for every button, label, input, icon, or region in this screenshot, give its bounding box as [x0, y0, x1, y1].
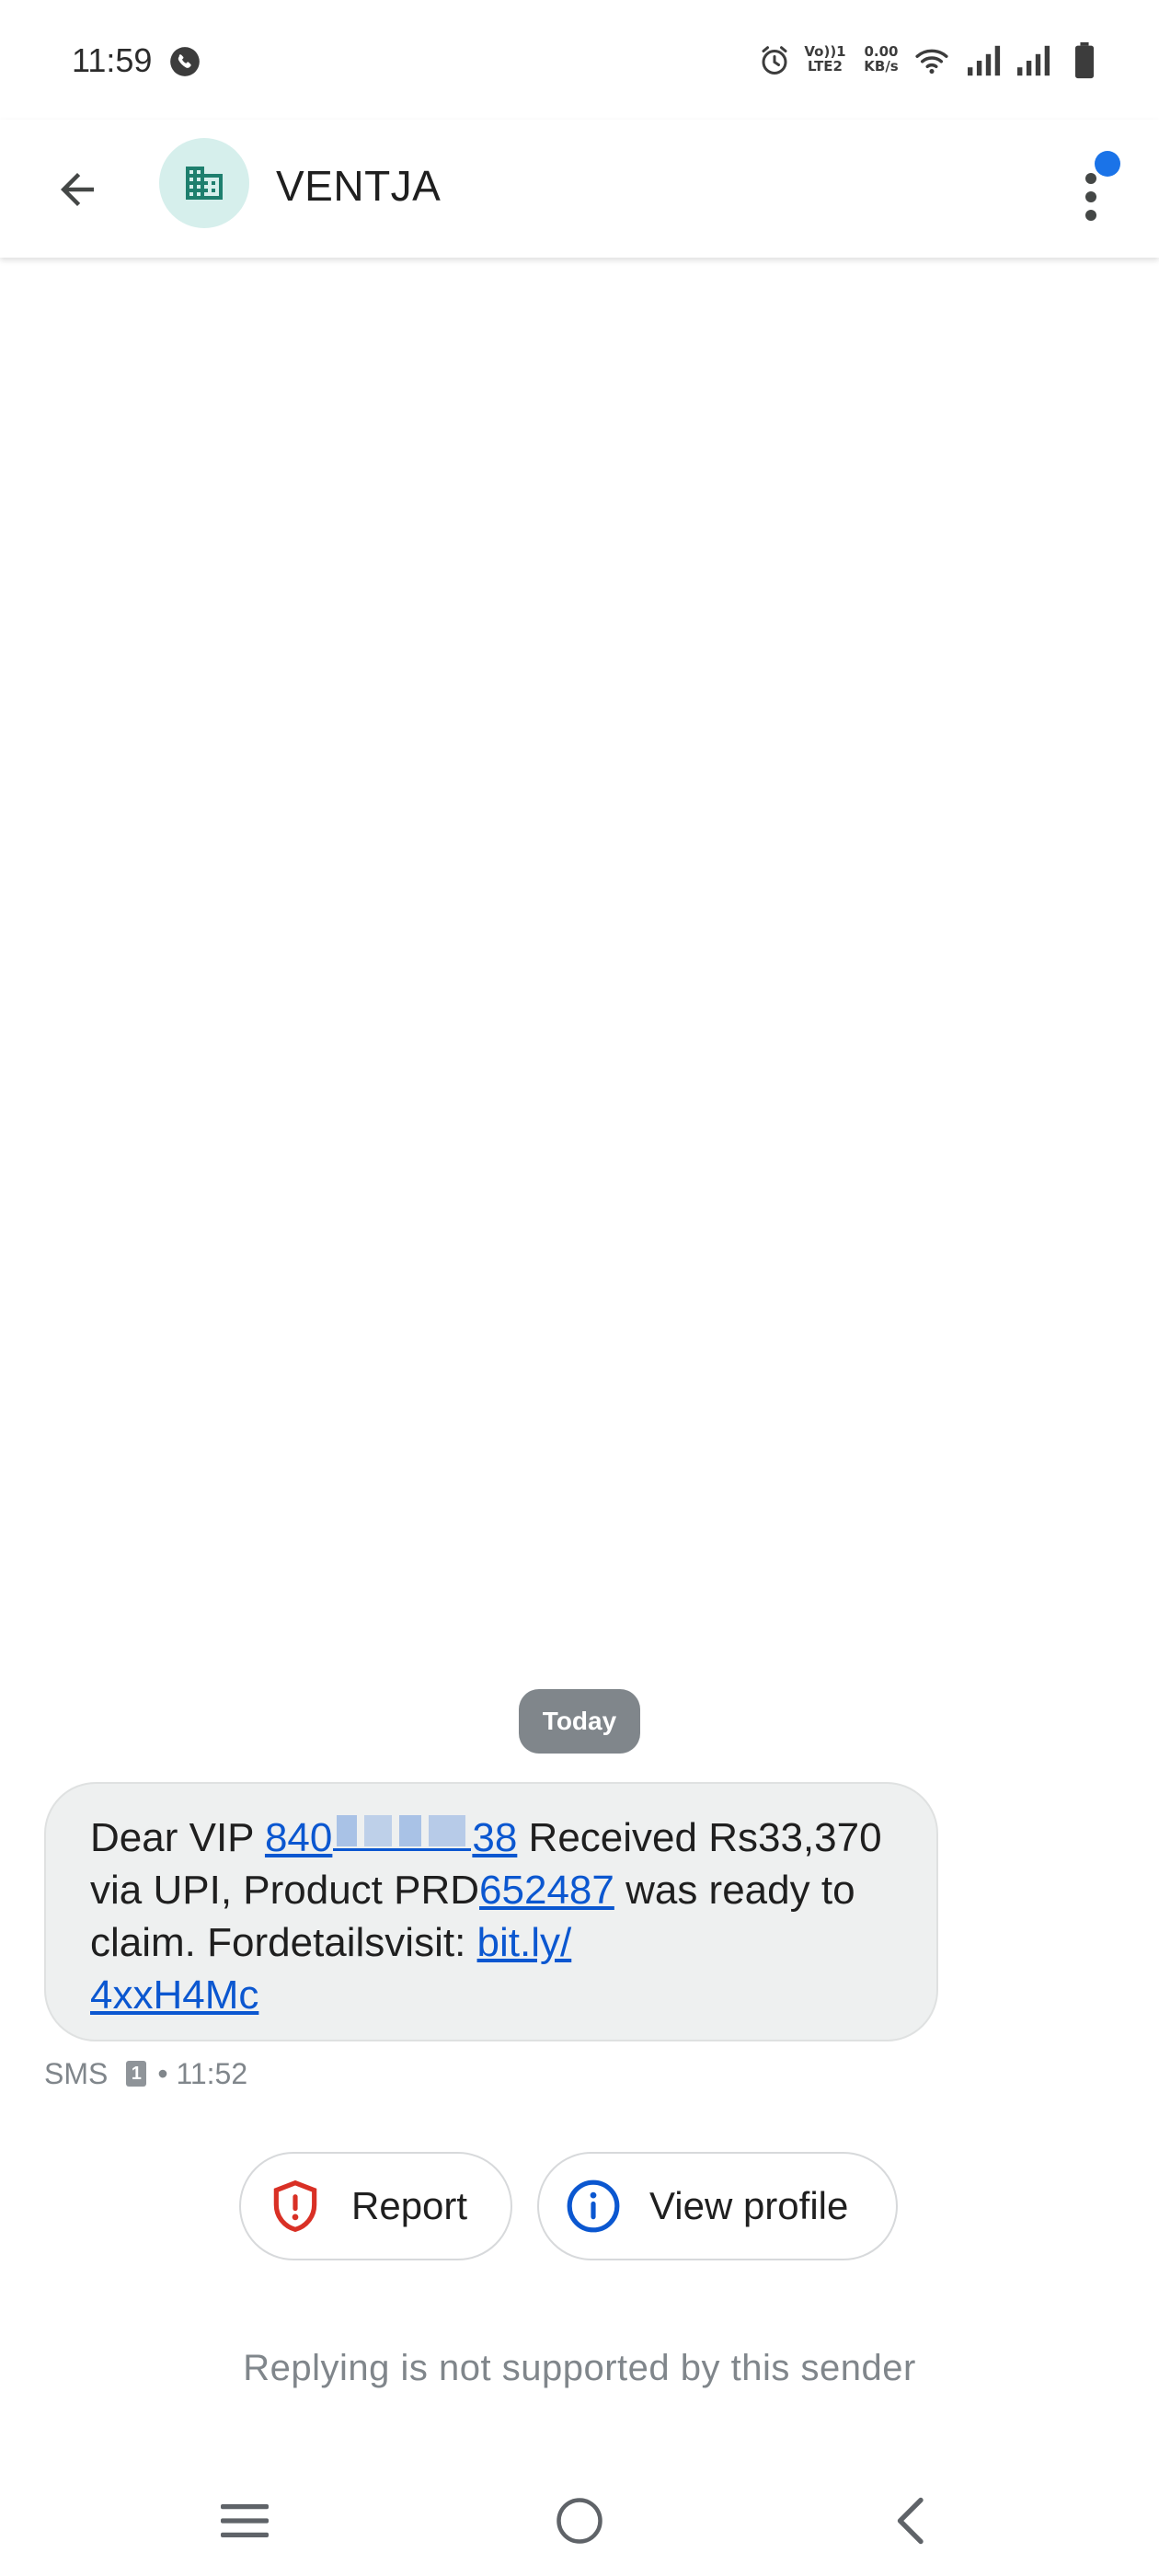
product-id-link[interactable]: 652487: [479, 1868, 614, 1913]
short-url-part2: 4xxH4Mc: [90, 1972, 259, 2018]
back-chevron-icon: [897, 2497, 924, 2545]
report-label: Report: [351, 2184, 468, 2227]
back-arrow-icon: [61, 173, 94, 206]
report-shield-icon: [273, 2179, 317, 2232]
signal-sim1-icon: [968, 45, 1001, 76]
more-options-button[interactable]: [1065, 145, 1120, 237]
sim-icon: 1: [126, 2061, 147, 2087]
more-vert-icon-dot: [1085, 191, 1096, 202]
business-icon: [186, 167, 223, 200]
home-circle-icon: [557, 2498, 602, 2544]
nav-back-button[interactable]: [876, 2484, 949, 2558]
message-text-prefix: Dear VIP: [90, 1815, 265, 1860]
redacted-digits: [333, 1811, 472, 1851]
wifi-icon: [915, 49, 948, 75]
date-chip: Today: [519, 1689, 640, 1754]
reply-not-supported-note: Replying is not supported by this sender: [243, 2348, 916, 2388]
speed-unit: KB/s: [864, 58, 899, 75]
app-bar: VENTJA: [0, 120, 1159, 258]
notification-dot: [1095, 151, 1120, 177]
volte-label: Vo))1: [804, 43, 846, 60]
battery-icon: [1075, 42, 1094, 79]
sender-name[interactable]: VENTJA: [276, 160, 441, 212]
message-channel: SMS: [44, 2057, 109, 2090]
message-bubble[interactable]: Dear VIP 840 38 Received Rs33,370 via UPI…: [44, 1782, 938, 2041]
more-vert-icon: [1085, 173, 1096, 184]
info-icon: [567, 2179, 620, 2233]
view-profile-button[interactable]: View profile: [537, 2152, 898, 2260]
phone-number-end: 38: [472, 1815, 518, 1860]
system-nav-bar: [0, 2466, 1159, 2576]
alarm-icon: [762, 46, 787, 75]
view-profile-label: View profile: [649, 2184, 849, 2227]
status-time: 11:59: [72, 41, 153, 79]
short-url-part1: bit.ly/: [476, 1920, 572, 1965]
home-button[interactable]: [543, 2484, 616, 2558]
lte2-label: LTE2: [808, 58, 843, 75]
message-time: • 11:52: [157, 2057, 248, 2090]
recents-menu-icon: [221, 2504, 269, 2537]
signal-sim2-icon: [1017, 45, 1050, 76]
sender-avatar[interactable]: [159, 138, 249, 228]
call-recording-icon: [170, 47, 200, 76]
speed-value: 0.00: [864, 43, 899, 60]
status-bar: 11:59 Vo))1 LTE2 0.00 KB/s: [0, 0, 1159, 120]
phone-number-start: 840: [264, 1815, 333, 1860]
report-button[interactable]: Report: [239, 2152, 512, 2260]
message-meta: SMS 1 • 11:52: [44, 2055, 247, 2092]
network-speed-icon: 0.00 KB/s: [857, 44, 905, 77]
more-vert-icon-dot: [1085, 210, 1096, 221]
back-button[interactable]: [44, 156, 110, 223]
recents-button[interactable]: [208, 2484, 281, 2558]
volte-lte2-icon: Vo))1 LTE2: [804, 44, 846, 77]
phone-number-link[interactable]: 840 38: [265, 1815, 517, 1860]
